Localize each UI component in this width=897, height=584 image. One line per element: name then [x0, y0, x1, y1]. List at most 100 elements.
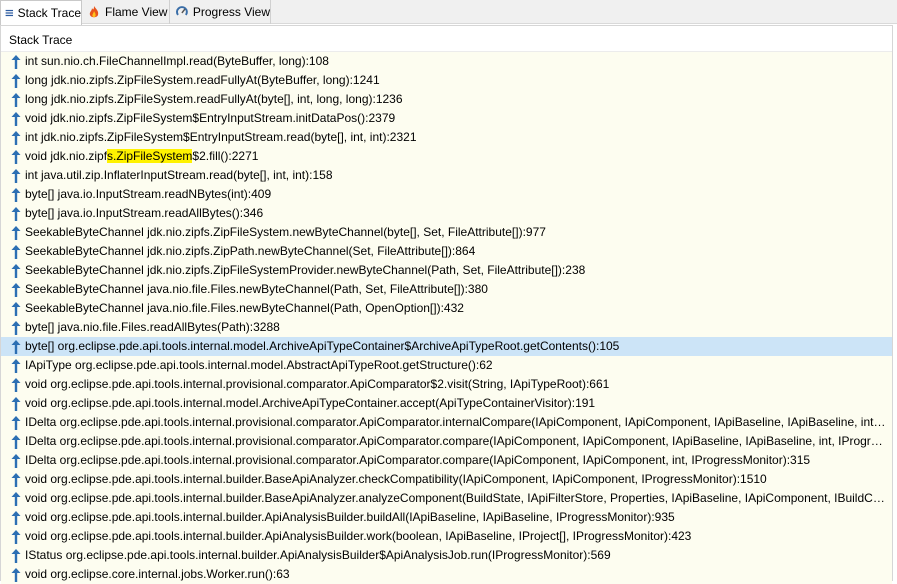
tab-label: Progress View [192, 5, 270, 19]
stack-frame-text: void org.eclipse.core.internal.jobs.Work… [25, 567, 290, 581]
stack-frame-text: int java.util.zip.InflaterInputStream.re… [25, 168, 333, 182]
stack-frame-text: byte[] java.io.InputStream.readAllBytes(… [25, 206, 264, 220]
up-arrow-icon [11, 187, 21, 202]
stack-frame-row[interactable]: SeekableByteChannel jdk.nio.zipfs.ZipPat… [1, 242, 892, 261]
up-arrow-icon [11, 149, 21, 164]
stack-frame-row[interactable]: int jdk.nio.zipfs.ZipFileSystem$EntryInp… [1, 128, 892, 147]
tab-progress-view[interactable]: Progress View [171, 0, 271, 24]
stack-frame-text: IDelta org.eclipse.pde.api.tools.interna… [25, 415, 887, 429]
stack-frame-row[interactable]: IDelta org.eclipse.pde.api.tools.interna… [1, 413, 892, 432]
up-arrow-icon [11, 320, 21, 335]
stack-frame-text: void org.eclipse.pde.api.tools.internal.… [25, 529, 692, 543]
stack-frame-text: void org.eclipse.pde.api.tools.internal.… [25, 472, 767, 486]
stack-frame-text: long jdk.nio.zipfs.ZipFileSystem.readFul… [25, 92, 403, 106]
stack-frame-row[interactable]: SeekableByteChannel jdk.nio.zipfs.ZipFil… [1, 261, 892, 280]
stack-frame-text: SeekableByteChannel java.nio.file.Files.… [25, 301, 464, 315]
up-arrow-icon [11, 510, 21, 525]
stack-frame-row[interactable]: IDelta org.eclipse.pde.api.tools.interna… [1, 451, 892, 470]
up-arrow-icon [11, 377, 21, 392]
stack-frame-text: int jdk.nio.zipfs.ZipFileSystem$EntryInp… [25, 130, 417, 144]
view-tab-bar: Stack Trace Flame View Progress View [0, 0, 897, 25]
stack-frame-text: void org.eclipse.pde.api.tools.internal.… [25, 396, 596, 410]
up-arrow-icon [11, 567, 21, 582]
stack-frame-row[interactable]: void org.eclipse.pde.api.tools.internal.… [1, 375, 892, 394]
up-arrow-icon [11, 225, 21, 240]
up-arrow-icon [11, 282, 21, 297]
stack-frame-text: void org.eclipse.pde.api.tools.internal.… [25, 491, 887, 505]
progress-icon [176, 6, 188, 16]
tab-label: Stack Trace [17, 6, 81, 20]
stack-frame-text: SeekableByteChannel jdk.nio.zipfs.ZipFil… [25, 263, 586, 277]
stack-frame-text: void org.eclipse.pde.api.tools.internal.… [25, 510, 675, 524]
stack-frame-row[interactable]: IDelta org.eclipse.pde.api.tools.interna… [1, 432, 892, 451]
stack-frame-text: void jdk.nio.zipfs.ZipFileSystem$2.fill(… [25, 147, 887, 166]
stack-frame-text: byte[] java.io.InputStream.readNBytes(in… [25, 187, 272, 201]
stack-frame-text: SeekableByteChannel jdk.nio.zipfs.ZipFil… [25, 225, 546, 239]
stack-frame-text: SeekableByteChannel jdk.nio.zipfs.ZipPat… [25, 244, 476, 258]
flame-icon [89, 6, 99, 18]
panel-title: Stack Trace [9, 33, 73, 47]
stack-frame-row[interactable]: SeekableByteChannel java.nio.file.Files.… [1, 280, 892, 299]
frame-text-prefix: void jdk.nio.zipf [25, 149, 108, 163]
stack-frame-row[interactable]: long jdk.nio.zipfs.ZipFileSystem.readFul… [1, 90, 892, 109]
stack-frame-text: void jdk.nio.zipfs.ZipFileSystem$EntryIn… [25, 111, 396, 125]
up-arrow-icon [11, 301, 21, 316]
stack-frame-row[interactable]: void jdk.nio.zipfs.ZipFileSystem$EntryIn… [1, 109, 892, 128]
stack-frame-text: IDelta org.eclipse.pde.api.tools.interna… [25, 453, 811, 467]
up-arrow-icon [11, 358, 21, 373]
stack-frame-text: IDelta org.eclipse.pde.api.tools.interna… [25, 434, 887, 448]
up-arrow-icon [11, 73, 21, 88]
stack-frame-list: int sun.nio.ch.FileChannelImpl.read(Byte… [1, 52, 892, 584]
up-arrow-icon [11, 92, 21, 107]
stack-frame-row[interactable]: void org.eclipse.pde.api.tools.internal.… [1, 508, 892, 527]
stack-frame-row[interactable]: void org.eclipse.core.internal.jobs.Work… [1, 565, 892, 584]
stack-frame-row[interactable]: void org.eclipse.pde.api.tools.internal.… [1, 527, 892, 546]
frame-text-suffix: $2.fill():2271 [192, 149, 259, 163]
stack-frame-row[interactable]: int java.util.zip.InflaterInputStream.re… [1, 166, 892, 185]
stack-frame-row[interactable]: byte[] java.io.InputStream.readAllBytes(… [1, 204, 892, 223]
tab-flame-view[interactable]: Flame View [83, 0, 170, 24]
up-arrow-icon [11, 529, 21, 544]
stack-frame-row[interactable]: byte[] java.nio.file.Files.readAllBytes(… [1, 318, 892, 337]
stack-frame-row[interactable]: SeekableByteChannel java.nio.file.Files.… [1, 299, 892, 318]
stack-frame-text: IApiType org.eclipse.pde.api.tools.inter… [25, 358, 493, 372]
stack-frame-text: int sun.nio.ch.FileChannelImpl.read(Byte… [25, 54, 329, 68]
stack-frame-row[interactable]: byte[] org.eclipse.pde.api.tools.interna… [1, 337, 892, 356]
stack-frame-row[interactable]: IApiType org.eclipse.pde.api.tools.inter… [1, 356, 892, 375]
up-arrow-icon [11, 206, 21, 221]
up-arrow-icon [11, 54, 21, 69]
up-arrow-icon [11, 339, 21, 354]
stack-frame-row[interactable]: void jdk.nio.zipfs.ZipFileSystem$2.fill(… [1, 147, 892, 166]
stack-trace-panel: Stack Trace int sun.nio.ch.FileChannelIm… [0, 25, 893, 584]
stack-frame-row[interactable]: void org.eclipse.pde.api.tools.internal.… [1, 489, 892, 508]
up-arrow-icon [11, 168, 21, 183]
search-highlight: s.ZipFileSystem [107, 149, 193, 163]
stack-frame-text: long jdk.nio.zipfs.ZipFileSystem.readFul… [25, 73, 380, 87]
up-arrow-icon [11, 130, 21, 145]
stack-frame-row[interactable]: void org.eclipse.pde.api.tools.internal.… [1, 470, 892, 489]
list-icon [5, 9, 14, 17]
up-arrow-icon [11, 491, 21, 506]
stack-frame-row[interactable]: byte[] java.io.InputStream.readNBytes(in… [1, 185, 892, 204]
stack-frame-text: byte[] org.eclipse.pde.api.tools.interna… [25, 339, 620, 353]
stack-frame-row[interactable]: IStatus org.eclipse.pde.api.tools.intern… [1, 546, 892, 565]
up-arrow-icon [11, 548, 21, 563]
up-arrow-icon [11, 434, 21, 449]
tab-stack-trace[interactable]: Stack Trace [0, 0, 82, 25]
up-arrow-icon [11, 415, 21, 430]
stack-frame-text: SeekableByteChannel java.nio.file.Files.… [25, 282, 488, 296]
up-arrow-icon [11, 111, 21, 126]
stack-frame-text: byte[] java.nio.file.Files.readAllBytes(… [25, 320, 280, 334]
stack-frame-text: IStatus org.eclipse.pde.api.tools.intern… [25, 548, 611, 562]
stack-frame-row[interactable]: long jdk.nio.zipfs.ZipFileSystem.readFul… [1, 71, 892, 90]
stack-frame-text: void org.eclipse.pde.api.tools.internal.… [25, 377, 610, 391]
stack-frame-row[interactable]: int sun.nio.ch.FileChannelImpl.read(Byte… [1, 52, 892, 71]
up-arrow-icon [11, 453, 21, 468]
up-arrow-icon [11, 263, 21, 278]
stack-frame-row[interactable]: void org.eclipse.pde.api.tools.internal.… [1, 394, 892, 413]
up-arrow-icon [11, 472, 21, 487]
up-arrow-icon [11, 244, 21, 259]
stack-frame-row[interactable]: SeekableByteChannel jdk.nio.zipfs.ZipFil… [1, 223, 892, 242]
tab-label: Flame View [105, 5, 168, 19]
up-arrow-icon [11, 396, 21, 411]
